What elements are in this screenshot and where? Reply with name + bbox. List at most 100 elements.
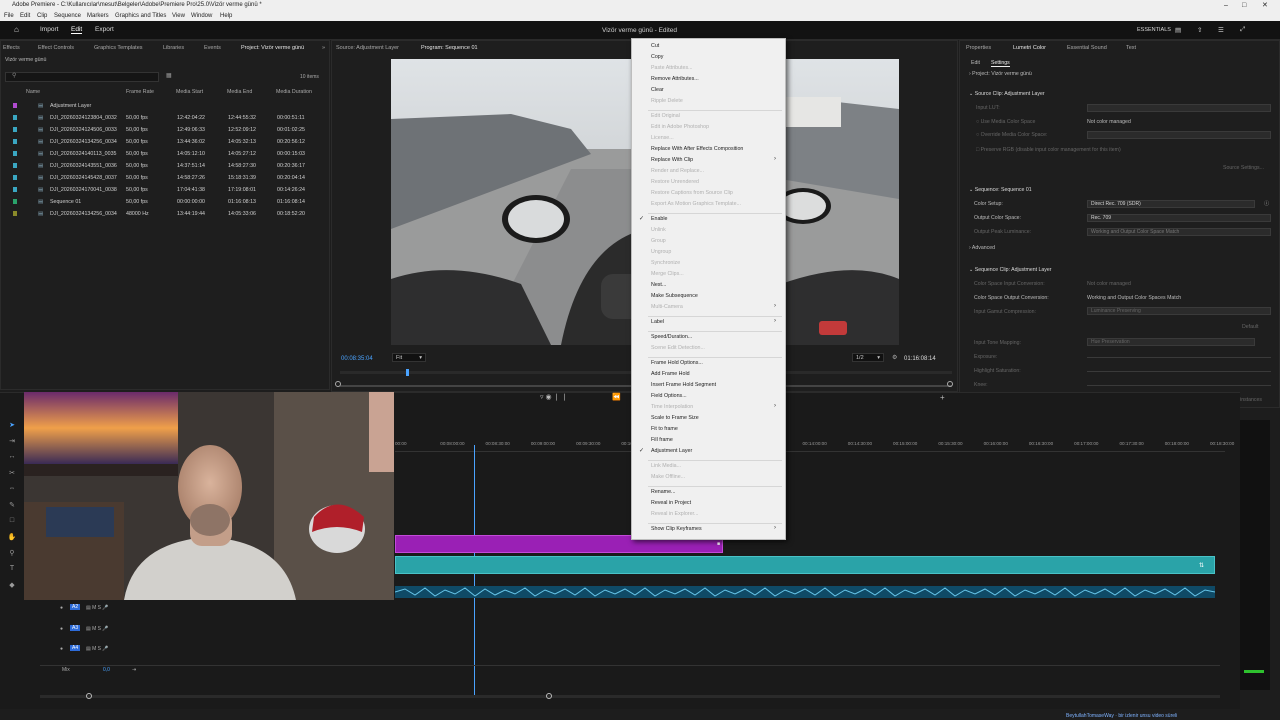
default-button[interactable]: Default xyxy=(1242,324,1258,330)
menu-item[interactable]: Fill frame xyxy=(651,437,673,443)
menu-item[interactable]: Make Subsequence xyxy=(651,293,698,299)
add-button-icon[interactable]: + xyxy=(940,393,945,402)
tab-text[interactable]: Text xyxy=(1126,45,1136,51)
menu-item[interactable]: Clear xyxy=(651,87,664,93)
scrubber-playhead[interactable] xyxy=(406,369,409,376)
timeline-ruler[interactable]: 00:00 00:08:00:00 00:08:30:00 00:09:00:00 00… xyxy=(395,441,1234,451)
menu-graphics[interactable]: Graphics and Titles xyxy=(115,11,166,21)
tab-libraries[interactable]: Libraries xyxy=(163,45,184,51)
project-row[interactable]: ▤ DJI_20260324145428_0037 50,00 fps 14:58:2… xyxy=(1,173,329,184)
project-row[interactable]: ▤ DJI_20260324134256_0034 50,00 fps 13:44:3… xyxy=(1,137,329,148)
pen-icon[interactable]: ✎ xyxy=(7,501,17,511)
menu-item[interactable]: Show Clip Keyframes xyxy=(651,526,702,532)
output-color-space-select[interactable]: Rec. 709 xyxy=(1087,214,1271,222)
menu-item[interactable]: Fit to frame xyxy=(651,426,678,432)
menu-item[interactable]: Reveal in Project xyxy=(651,500,691,506)
col-media-duration[interactable]: Media Duration xyxy=(276,89,312,95)
zoom-select[interactable]: Fit ▾ xyxy=(392,353,426,362)
mix-value[interactable]: 0,0 xyxy=(103,667,110,673)
project-row[interactable]: ▤ DJI_20260324140113_0035 50,00 fps 14:05:1… xyxy=(1,149,329,160)
project-row[interactable]: ▤ DJI_20260324134256_0034 48000 Hz 13:44:19… xyxy=(1,209,329,220)
track-a4[interactable]: A4 xyxy=(70,645,81,651)
col-name[interactable]: Name xyxy=(26,89,40,95)
tab-source[interactable]: Source: Adjustment Layer xyxy=(336,45,399,51)
menu-clip[interactable]: Clip xyxy=(37,11,47,21)
mix-to-end-icon[interactable]: ⇥ xyxy=(132,667,136,673)
slip-icon[interactable]: ⇔ xyxy=(7,485,17,495)
use-media-radio[interactable]: ○ Use Media Color Space xyxy=(976,119,1035,125)
zoom-handle-right[interactable] xyxy=(947,381,953,387)
tab-lumetri-color[interactable]: Lumetri Color xyxy=(1013,45,1046,51)
track-a2-controls[interactable]: ▤ M S 🎤 xyxy=(86,605,109,611)
menu-window[interactable]: Window xyxy=(191,11,212,21)
gamut-select[interactable]: Luminance Preserving xyxy=(1087,307,1271,315)
project-row[interactable]: ▤ Sequence 01 50,00 fps 00:00:00:00 01:16:08… xyxy=(1,197,329,208)
project-search-input[interactable]: ⚲ xyxy=(5,72,159,82)
step-back-icon[interactable]: ⏪ xyxy=(612,393,621,401)
menu-item[interactable]: Speed/Duration... xyxy=(651,334,692,340)
output-peak-select[interactable]: Working and Output Color Space Match xyxy=(1087,228,1271,236)
track-select-icon[interactable]: ⇥ xyxy=(7,437,17,447)
menu-sequence[interactable]: Sequence xyxy=(54,11,81,21)
menu-help[interactable]: Help xyxy=(220,11,232,21)
ripple-edit-icon[interactable]: ↔ xyxy=(7,453,17,463)
monitor-transport-icons[interactable]: ▿ ◉ ❘ ❘ xyxy=(540,393,567,401)
workspaces-icon[interactable]: ▤ xyxy=(1175,26,1181,34)
settings-wrench-icon[interactable]: ⚙ xyxy=(892,354,897,361)
tab-edit[interactable]: Edit xyxy=(71,26,83,34)
menu-item[interactable]: Label xyxy=(651,319,664,325)
menu-markers[interactable]: Markers xyxy=(87,11,109,21)
color-setup-select[interactable]: Direct Rec. 709 (SDR) xyxy=(1087,200,1255,208)
menu-item[interactable]: Copy xyxy=(651,54,663,60)
menu-item[interactable]: Frame Hold Options... xyxy=(651,360,703,366)
track-a3[interactable]: A3 xyxy=(70,625,81,631)
seq-clip-section[interactable]: ⌄ Sequence Clip: Adjustment Layer xyxy=(969,267,1052,273)
menu-edit[interactable]: Edit xyxy=(20,11,30,21)
sequence-section[interactable]: ⌄ Sequence: Sequence 01 xyxy=(969,187,1032,193)
col-media-end[interactable]: Media End xyxy=(227,89,252,95)
tab-graphics-templates[interactable]: Graphics Templates xyxy=(94,45,143,51)
close-icon[interactable]: ✕ xyxy=(1262,0,1268,11)
audio-clip[interactable] xyxy=(395,586,1215,598)
lock-icon[interactable]: ● xyxy=(60,646,63,652)
razor-icon[interactable]: ✂ xyxy=(7,469,17,479)
override-select[interactable] xyxy=(1087,131,1271,139)
track-a3-controls[interactable]: ▤ M S 🎤 xyxy=(86,626,109,632)
shape-icon[interactable]: ◆ xyxy=(7,581,17,591)
workspace-label[interactable]: ESSENTIALS xyxy=(1137,27,1171,33)
col-frame-rate[interactable]: Frame Rate xyxy=(126,89,154,95)
hand-icon[interactable]: ✋ xyxy=(7,533,17,543)
highlight-saturation-slider[interactable] xyxy=(1087,371,1271,372)
menu-item[interactable]: Cut xyxy=(651,43,659,49)
input-lut-select[interactable] xyxy=(1087,104,1271,112)
zoom-handle-left[interactable] xyxy=(86,693,92,699)
col-media-start[interactable]: Media Start xyxy=(176,89,203,95)
subtab-edit[interactable]: Edit xyxy=(971,60,980,66)
advanced-section[interactable]: › Advanced xyxy=(969,245,995,251)
exposure-slider[interactable] xyxy=(1087,357,1271,358)
override-media-radio[interactable]: ○ Override Media Color Space: xyxy=(976,132,1047,138)
tab-properties[interactable]: Properties xyxy=(966,45,991,51)
source-settings-button[interactable]: Source Settings... xyxy=(1223,165,1264,171)
menu-item[interactable]: Adjustment Layer xyxy=(651,448,692,454)
minimize-icon[interactable]: – xyxy=(1224,0,1228,11)
info-icon[interactable]: ⓘ xyxy=(1264,200,1269,207)
project-row[interactable]: ▤ Adjustment Layer xyxy=(1,101,329,112)
track-a2[interactable]: A2 xyxy=(70,604,81,610)
selection-tool-icon[interactable]: ➤ xyxy=(7,421,17,431)
lock-icon[interactable]: ● xyxy=(60,605,63,611)
menu-item[interactable]: Add Frame Hold xyxy=(651,371,690,377)
tab-essential-sound[interactable]: Essential Sound xyxy=(1067,45,1107,51)
knee-slider[interactable] xyxy=(1087,385,1271,386)
project-section[interactable]: › Project: Vizör verme günü xyxy=(969,71,1032,77)
tab-import[interactable]: Import xyxy=(40,26,58,33)
panel-overflow-icon[interactable]: » xyxy=(322,45,325,51)
menu-item[interactable]: Insert Frame Hold Segment xyxy=(651,382,716,388)
preserve-rgb-checkbox[interactable]: □ Preserve RGB (disable input color mana… xyxy=(976,147,1121,153)
menu-item[interactable]: Enable xyxy=(651,216,668,222)
menu-item[interactable]: Field Options... xyxy=(651,393,687,399)
tab-project[interactable]: Project: Vizör verme günü xyxy=(241,45,304,51)
fullscreen-icon[interactable]: ⤢ xyxy=(1240,26,1245,34)
project-row[interactable]: ▤ DJI_20260324123804_0032 50,00 fps 12:42:0… xyxy=(1,113,329,124)
zoom-handle-right[interactable] xyxy=(546,693,552,699)
